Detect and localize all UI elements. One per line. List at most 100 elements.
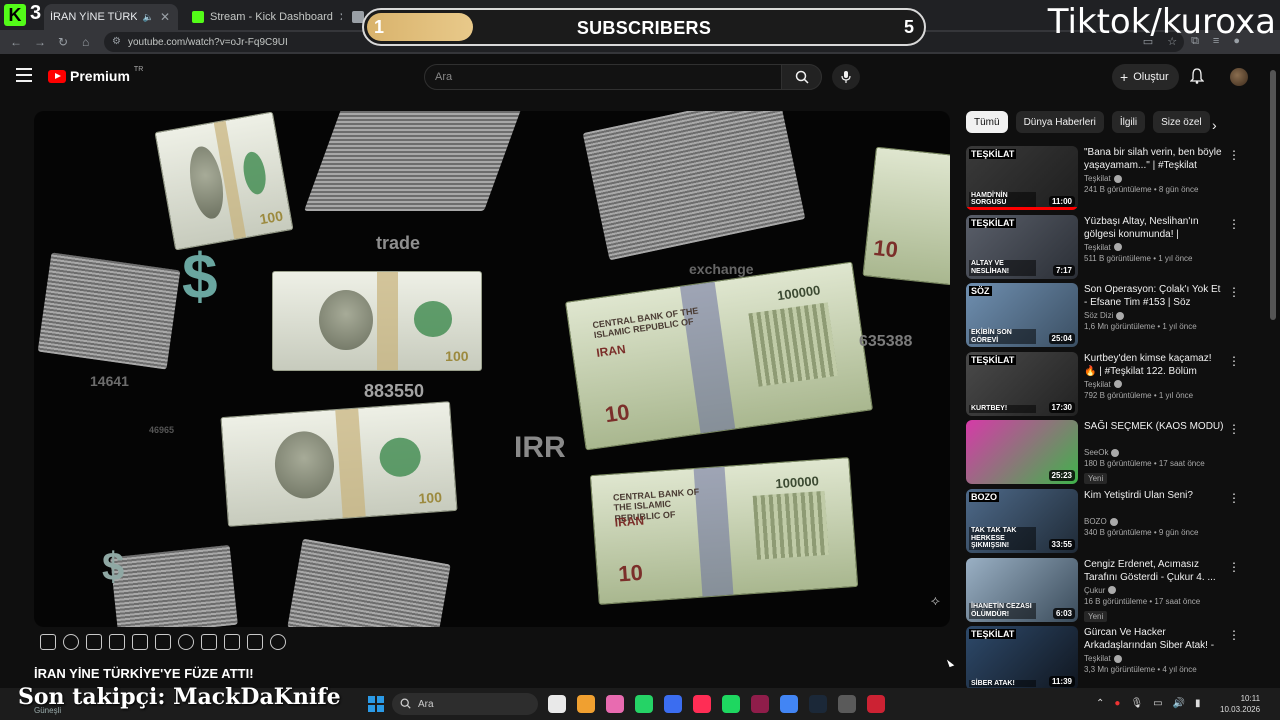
video-thumbnail[interactable]: TEŞKİLAT SİBER ATAK! 11:39 [966, 626, 1078, 691]
close-icon[interactable]: ✕ [160, 10, 170, 24]
video-thumbnail[interactable]: BOZO TAK TAK TAK HERKESE ŞIKMIŞSIN! 33:55 [966, 489, 1078, 553]
notifications-bell-icon[interactable] [1189, 68, 1205, 89]
chevron-up-icon[interactable]: ⌃ [1096, 698, 1104, 709]
video-thumbnail[interactable]: TEŞKİLAT KURTBEY! 17:30 [966, 351, 1078, 416]
speed-gauge-icon[interactable] [178, 634, 194, 650]
volume-icon[interactable]: 🔊 [1173, 698, 1185, 709]
taskbar-search-field[interactable]: Ara [392, 693, 538, 715]
search-button[interactable] [781, 64, 822, 90]
clock[interactable]: 10:11 10.03.2026 [1220, 694, 1260, 716]
video-thumbnail[interactable]: TEŞKİLAT ALTAY VE NESLİHAN! 7:17 [966, 214, 1078, 279]
home-icon[interactable]: ⌂ [82, 35, 89, 49]
more-options-icon[interactable]: ⋮ [1228, 217, 1240, 231]
record-icon[interactable]: ● [1114, 698, 1120, 709]
thumbnail-tag: TEŞKİLAT [969, 217, 1017, 228]
recommendation-title[interactable]: Kim Yetiştirdi Ulan Seni? [1084, 489, 1224, 515]
gear-icon[interactable] [270, 634, 286, 650]
taskbar-app-icon[interactable] [635, 695, 653, 713]
taskbar-app-icon[interactable] [751, 695, 769, 713]
channel-name[interactable]: Teşkilat [1084, 654, 1111, 663]
dollar-sign-icon: $ [102, 545, 125, 589]
chip-all[interactable]: Tümü [966, 111, 1008, 133]
page-scrollbar[interactable] [1270, 70, 1276, 320]
recommendation-item[interactable]: TEŞKİLAT ALTAY VE NESLİHAN! 7:17 Yüzbaşı Al… [966, 214, 1246, 279]
more-options-icon[interactable]: ⋮ [1228, 285, 1240, 299]
flask-icon[interactable] [247, 634, 263, 650]
recommendation-item[interactable]: TEŞKİLAT HAMDİ'NİN SORGUSU 11:00 "Bana bir … [966, 146, 1246, 210]
youtube-logo[interactable]: Premium TR [48, 66, 143, 84]
close-icon[interactable]: ✕ [339, 10, 342, 24]
taskbar-app-icon[interactable] [577, 695, 595, 713]
recommendation-item[interactable]: TEŞKİLAT KURTBEY! 17:30 Kurtbey'den kimse k… [966, 351, 1246, 416]
recommendation-title[interactable]: Yüzbaşı Altay, Neslihan'ın gölgesi konum… [1084, 215, 1224, 241]
chip-world-news[interactable]: Dünya Haberleri [1015, 111, 1104, 133]
channel-name[interactable]: BOZO [1084, 517, 1107, 526]
video-thumbnail[interactable]: 25:23 [966, 420, 1078, 485]
recommendation-title[interactable]: Kurtbey'den kimse kaçamaz! 🔥 | #Teşkilat… [1084, 352, 1224, 378]
channel-name-row: Teşkilat [1084, 380, 1224, 389]
picture-in-picture-icon[interactable] [132, 634, 148, 650]
back-icon[interactable]: ← [10, 35, 22, 49]
create-button[interactable]: + Oluştur [1112, 64, 1179, 90]
menu-icon[interactable] [16, 68, 32, 82]
video-thumbnail[interactable]: SÖZ EKİBİN SON GÖREVİ 25:04 [966, 283, 1078, 348]
audio-icon[interactable] [63, 634, 79, 650]
windows-start-icon[interactable] [368, 696, 384, 712]
recommendation-item[interactable]: TEŞKİLAT SİBER ATAK! 11:39 Gürcan Ve Hacker… [966, 626, 1246, 691]
battery-icon[interactable]: ▮ [1195, 698, 1201, 709]
taskbar-app-icon[interactable] [722, 695, 740, 713]
more-options-icon[interactable]: ⋮ [1228, 491, 1240, 505]
recommendation-item[interactable]: İHANETİN CEZASI ÖLÜMDÜR! 6:03 Cengiz Erden… [966, 557, 1246, 622]
recommendation-title[interactable]: Son Operasyon: Çolak'ı Yok Et - Efsane T… [1084, 283, 1224, 309]
recommendation-item[interactable]: 25:23 SAĞI SEÇMEK (KAOS MODU) SeeOk 180 B g… [966, 420, 1246, 485]
loop-icon[interactable] [40, 634, 56, 650]
forward-icon[interactable]: → [34, 35, 46, 49]
channel-watermark-icon[interactable]: ⟡ [931, 592, 940, 609]
add-frame-icon[interactable] [201, 634, 217, 650]
channel-name[interactable]: Teşkilat [1084, 243, 1111, 252]
taskbar-app-icon[interactable] [548, 695, 566, 713]
reload-icon[interactable]: ↻ [58, 35, 68, 49]
taskbar-app-icon[interactable] [780, 695, 798, 713]
voice-search-button[interactable] [832, 64, 860, 90]
frames-icon[interactable] [155, 634, 171, 650]
more-options-icon[interactable]: ⋮ [1228, 560, 1240, 574]
video-thumbnail[interactable]: İHANETİN CEZASI ÖLÜMDÜR! 6:03 [966, 557, 1078, 622]
channel-name[interactable]: Söz Dizi [1084, 311, 1113, 320]
taskbar-app-icon[interactable] [693, 695, 711, 713]
tab-kick-dashboard[interactable]: Stream - Kick Dashboard ✕ [186, 4, 342, 30]
channel-name[interactable]: Teşkilat [1084, 380, 1111, 389]
recommendation-title[interactable]: SAĞI SEÇMEK (KAOS MODU) [1084, 420, 1224, 446]
site-info-icon[interactable]: ⚙ [112, 36, 121, 47]
video-player[interactable]: 100 100 100 CENTRAL BANK OF THE ISLAMIC … [34, 111, 950, 627]
more-options-icon[interactable]: ⋮ [1228, 148, 1240, 162]
microphone-icon[interactable]: 🎙 [1130, 698, 1143, 709]
chip-for-you[interactable]: Size özel [1153, 111, 1210, 133]
tab-youtube-video[interactable]: İRAN YİNE TÜRKİYE'YE FÜZE 🔈 ✕ [44, 4, 178, 30]
clapperboard-icon[interactable] [109, 634, 125, 650]
search-input[interactable] [424, 64, 782, 90]
screenshot-camera-icon[interactable] [224, 634, 240, 650]
video-settings-icon[interactable] [86, 634, 102, 650]
taskbar-app-icon[interactable] [838, 695, 856, 713]
avatar[interactable] [1230, 68, 1248, 86]
recommendation-item[interactable]: SÖZ EKİBİN SON GÖREVİ 25:04 Son Operasyon: … [966, 283, 1246, 348]
taskbar-app-icon[interactable] [606, 695, 624, 713]
more-options-icon[interactable]: ⋮ [1228, 354, 1240, 368]
video-thumbnail[interactable]: TEŞKİLAT HAMDİ'NİN SORGUSU 11:00 [966, 146, 1078, 210]
chip-related[interactable]: İlgili [1111, 111, 1146, 133]
recommendation-title[interactable]: Gürcan Ve Hacker Arkadaşlarından Siber A… [1084, 626, 1224, 652]
taskbar-app-icon[interactable] [664, 695, 682, 713]
channel-name[interactable]: Çukur [1084, 586, 1105, 595]
channel-name[interactable]: SeeOk [1084, 448, 1108, 457]
more-options-icon[interactable]: ⋮ [1228, 422, 1240, 436]
recommendation-title[interactable]: Cengiz Erdenet, Acımasız Tarafını Göster… [1084, 558, 1224, 584]
taskbar-app-icon[interactable] [809, 695, 827, 713]
channel-name[interactable]: Teşkilat [1084, 174, 1111, 183]
taskbar-app-icon[interactable] [867, 695, 885, 713]
chevron-right-icon[interactable]: › [1212, 117, 1217, 133]
recommendation-title[interactable]: "Bana bir silah verin, ben böyle yaşayam… [1084, 146, 1224, 172]
more-options-icon[interactable]: ⋮ [1228, 628, 1240, 642]
network-icon[interactable]: ▭ [1153, 698, 1162, 709]
recommendation-item[interactable]: BOZO TAK TAK TAK HERKESE ŞIKMIŞSIN! 33:55 K… [966, 489, 1246, 553]
